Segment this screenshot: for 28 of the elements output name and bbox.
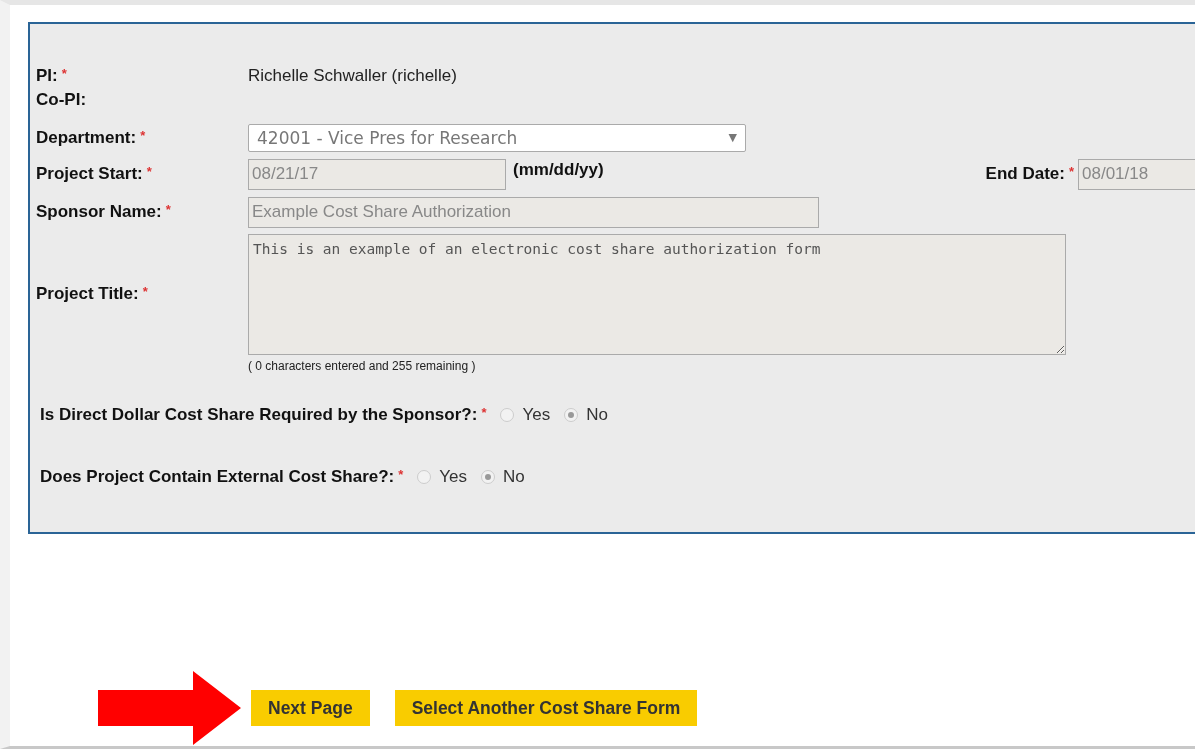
next-page-button[interactable]: Next Page: [251, 690, 370, 726]
radio-label: Yes: [522, 405, 551, 425]
sponsor-name-field[interactable]: Example Cost Share Authorization: [248, 196, 819, 228]
radio-button[interactable]: [417, 470, 432, 484]
arrow-icon: [98, 671, 241, 745]
field-label: Project Title: *: [36, 283, 149, 304]
radio-label: No: [503, 467, 525, 487]
radio-label: Yes: [439, 467, 468, 487]
field-label: End Date: *: [985, 164, 1074, 184]
field-label: PI: *: [36, 66, 68, 86]
pi-name: Richelle Schwaller (richelle): [248, 66, 457, 86]
date-format-hint: (mm/dd/yy): [513, 160, 604, 180]
project-title-field[interactable]: This is an example of an electronic cost share authorization form: [248, 234, 1066, 355]
field-label: Co-PI:: [36, 90, 88, 110]
radio-button[interactable]: [564, 408, 579, 422]
question-label: Does Project Contain External Cost Share?: *: [40, 467, 404, 487]
field-label: Project Start: *: [36, 164, 153, 184]
field-label: Department: *: [36, 127, 147, 148]
end-date-field[interactable]: 08/01/18: [1078, 158, 1195, 190]
department-select[interactable]: 42001 - Vice Pres for Research ▼: [248, 123, 746, 152]
character-counter: ( 0 characters entered and 255 remaining ): [248, 359, 476, 373]
radio-button[interactable]: [481, 470, 496, 484]
question-label: Is Direct Dollar Cost Share Required by the Sponsor?: *: [40, 405, 487, 425]
start-date-field[interactable]: 08/21/17: [248, 158, 506, 190]
select-form-button[interactable]: Select Another Cost Share Form: [394, 690, 698, 726]
radio-label: No: [586, 405, 608, 425]
field-label: Sponsor Name: *: [36, 202, 172, 222]
radio-button[interactable]: [500, 408, 515, 422]
